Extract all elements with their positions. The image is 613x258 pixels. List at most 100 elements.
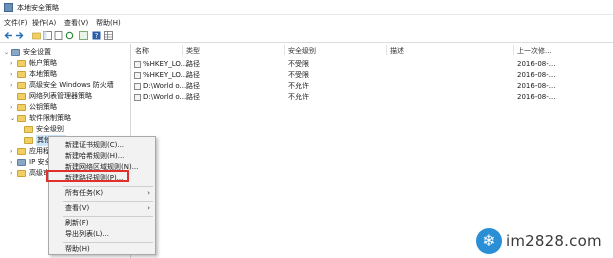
forward-arrow-icon[interactable] bbox=[15, 31, 24, 40]
folder-icon bbox=[17, 60, 26, 67]
ip-security-icon bbox=[17, 159, 26, 166]
menu-item-label: 导出列表(L)... bbox=[65, 230, 110, 238]
folder-icon bbox=[24, 137, 33, 144]
grid-view-icon[interactable] bbox=[104, 31, 113, 40]
properties-icon[interactable] bbox=[54, 31, 63, 40]
context-menu: 新建证书规则(C)... 新建哈希规则(H)... 新建网络区域规则(N)...… bbox=[48, 136, 156, 255]
window-title: 本地安全策略 bbox=[17, 4, 59, 12]
help-item[interactable]: 帮助(H) bbox=[49, 244, 155, 255]
rule-level: 不允许 bbox=[288, 82, 309, 90]
tree-item-label: 应用程 bbox=[29, 147, 50, 155]
folder-icon bbox=[17, 71, 26, 78]
menu-item-label: 新建哈希规则(H)... bbox=[65, 152, 125, 160]
column-divider[interactable] bbox=[386, 45, 387, 55]
export-list-icon[interactable] bbox=[79, 31, 88, 40]
security-settings-icon bbox=[11, 49, 20, 56]
menu-divider bbox=[63, 216, 153, 217]
rule-icon bbox=[134, 94, 141, 101]
tree-item-label: 帐户策略 bbox=[29, 59, 57, 67]
rule-date: 2016-08-... bbox=[517, 60, 556, 68]
view-item[interactable]: 查看(V) › bbox=[49, 203, 155, 214]
expand-arrow-icon[interactable]: › bbox=[10, 80, 16, 91]
snowflake-logo-icon: ❄ bbox=[476, 228, 502, 254]
menu-help[interactable]: 帮助(H) bbox=[96, 18, 121, 28]
rule-date: 2016-08-... bbox=[517, 93, 556, 101]
watermark-text: im2828.com bbox=[506, 232, 602, 250]
rule-type: 路径 bbox=[186, 71, 200, 79]
expand-arrow-icon[interactable]: › bbox=[10, 58, 16, 69]
menu-item-label: 帮助(H) bbox=[65, 245, 90, 253]
refresh-icon[interactable] bbox=[65, 31, 74, 40]
folder-icon bbox=[17, 148, 26, 155]
refresh-item[interactable]: 刷新(F) bbox=[49, 218, 155, 229]
folder-icon bbox=[17, 104, 26, 111]
menu-item-label: 查看(V) bbox=[65, 204, 90, 212]
column-header-name[interactable]: 名称 bbox=[135, 46, 149, 56]
menu-divider bbox=[63, 186, 153, 187]
expand-arrow-icon[interactable]: › bbox=[10, 69, 16, 80]
menu-divider bbox=[63, 242, 153, 243]
rule-name: D:\World o... bbox=[143, 82, 187, 90]
expand-arrow-icon[interactable]: › bbox=[10, 157, 16, 168]
submenu-arrow-icon: › bbox=[147, 189, 150, 197]
tree-item-label: 本地策略 bbox=[29, 70, 57, 78]
rules-list: 名称 类型 安全级别 描述 上一次修... %HKEY_LO... 路径 不受限… bbox=[132, 44, 613, 258]
svg-text:?: ? bbox=[95, 32, 99, 40]
table-row[interactable]: %HKEY_LO... 路径 不受限 2016-08-... bbox=[132, 70, 613, 81]
rule-name: %HKEY_LO... bbox=[143, 60, 188, 68]
title-bar: 本地安全策略 bbox=[0, 0, 613, 15]
column-header-description[interactable]: 描述 bbox=[390, 46, 404, 56]
table-row[interactable]: D:\World o... 路径 不允许 2016-08-... bbox=[132, 81, 613, 92]
menu-action[interactable]: 操作(A) bbox=[32, 18, 56, 28]
rule-icon bbox=[134, 72, 141, 79]
show-tree-icon[interactable] bbox=[43, 31, 52, 40]
rule-date: 2016-08-... bbox=[517, 82, 556, 90]
expand-arrow-icon[interactable]: ⌄ bbox=[4, 47, 10, 58]
table-row[interactable]: D:\World o... 路径 不允许 2016-08-... bbox=[132, 92, 613, 103]
menu-item-label: 新建证书规则(C)... bbox=[65, 141, 125, 149]
rule-level: 不允许 bbox=[288, 93, 309, 101]
watermark: ❄ im2828.com bbox=[476, 228, 606, 256]
tree-item-label: 安全级别 bbox=[36, 125, 64, 133]
menu-file[interactable]: 文件(F) bbox=[4, 18, 28, 28]
all-tasks-item[interactable]: 所有任务(K) › bbox=[49, 188, 155, 199]
up-folder-icon[interactable] bbox=[32, 31, 41, 40]
export-list-item[interactable]: 导出列表(L)... bbox=[49, 229, 155, 240]
rule-level: 不受限 bbox=[288, 71, 309, 79]
column-header-security-level[interactable]: 安全级别 bbox=[288, 46, 316, 56]
toolbar: ? bbox=[0, 29, 613, 43]
tree-item-label: 安全设置 bbox=[23, 48, 51, 56]
tree-item-label: 公钥策略 bbox=[29, 103, 57, 111]
tree-item-label: 高级安全 Windows 防火墙 bbox=[29, 81, 114, 89]
new-certificate-rule-item[interactable]: 新建证书规则(C)... bbox=[49, 140, 155, 151]
column-divider[interactable] bbox=[284, 45, 285, 55]
column-header-type[interactable]: 类型 bbox=[186, 46, 200, 56]
app-icon bbox=[4, 3, 13, 12]
column-divider[interactable] bbox=[513, 45, 514, 55]
menu-item-label: 刷新(F) bbox=[65, 219, 89, 227]
rule-icon bbox=[134, 61, 141, 68]
expand-arrow-icon[interactable]: › bbox=[10, 102, 16, 113]
column-header-last-modified[interactable]: 上一次修... bbox=[517, 46, 552, 56]
rule-name: %HKEY_LO... bbox=[143, 71, 188, 79]
rule-type: 路径 bbox=[186, 82, 200, 90]
help-icon[interactable]: ? bbox=[92, 31, 101, 40]
menu-divider bbox=[63, 201, 153, 202]
new-hash-rule-item[interactable]: 新建哈希规则(H)... bbox=[49, 151, 155, 162]
rule-date: 2016-08-... bbox=[517, 71, 556, 79]
back-arrow-icon[interactable] bbox=[4, 31, 13, 40]
folder-icon bbox=[24, 126, 33, 133]
annotation-highlight-box bbox=[46, 170, 129, 182]
column-divider[interactable] bbox=[182, 45, 183, 55]
rule-type: 路径 bbox=[186, 93, 200, 101]
tree-item-label: 软件限制策略 bbox=[29, 114, 71, 122]
collapse-arrow-icon[interactable]: ⌄ bbox=[10, 113, 16, 124]
expand-arrow-icon[interactable]: › bbox=[10, 146, 16, 157]
submenu-arrow-icon: › bbox=[147, 204, 150, 212]
folder-icon bbox=[17, 82, 26, 89]
menu-bar: 文件(F) 操作(A) 查看(V) 帮助(H) bbox=[0, 16, 613, 28]
rule-level: 不受限 bbox=[288, 60, 309, 68]
table-row[interactable]: %HKEY_LO... 路径 不受限 2016-08-... bbox=[132, 59, 613, 70]
menu-view[interactable]: 查看(V) bbox=[64, 18, 88, 28]
expand-arrow-icon[interactable]: › bbox=[10, 168, 16, 179]
